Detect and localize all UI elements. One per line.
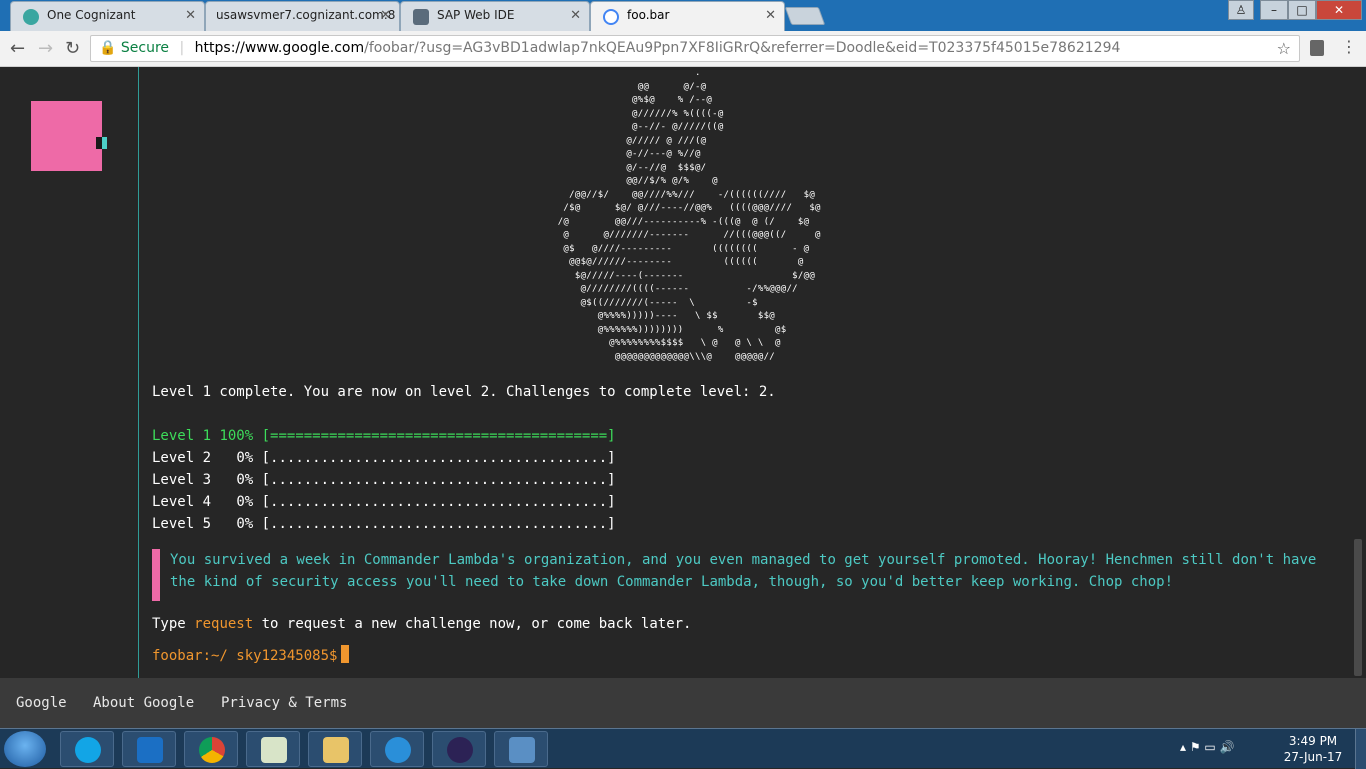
lock-icon: 🔒: [99, 40, 117, 56]
level-row-5: Level 5 0% [............................…: [152, 516, 616, 532]
menu-icon[interactable]: ⋮: [1341, 37, 1357, 56]
bookmark-star-icon[interactable]: ☆: [1277, 36, 1291, 61]
level-row-1: Level 1 100% [==========================…: [152, 428, 616, 444]
page-content: . @@ @/-@ @%$@ % /--@ @//////% %((((-@ @…: [0, 67, 1366, 678]
divider: |: [179, 40, 185, 56]
close-icon[interactable]: ✕: [570, 8, 581, 23]
left-panel: [0, 67, 139, 678]
level-percent: 0%: [236, 494, 254, 510]
level-progress-bar: [.......................................…: [261, 516, 616, 532]
skype-icon[interactable]: [60, 731, 114, 767]
page-footer: Google About Google Privacy & Terms: [0, 678, 1366, 728]
prompt-text: foobar:~/ sky12345085$: [152, 648, 338, 664]
remote-desktop-icon[interactable]: [494, 731, 548, 767]
tab-usawsvmer7[interactable]: usawsvmer7.cognizant.com:8 ✕: [205, 1, 400, 31]
instruction-line: Type request to request a new challenge …: [152, 616, 691, 632]
windows-taskbar: ▴ ⚑ ▭ 🔊 3:49 PM 27-Jun-17: [0, 728, 1366, 769]
level-label: Level 4: [152, 494, 212, 510]
ascii-art: . @@ @/-@ @%$@ % /--@ @//////% %((((-@ @…: [557, 68, 821, 362]
level-row-3: Level 3 0% [............................…: [152, 472, 616, 488]
level-percent: 0%: [236, 450, 254, 466]
tab-sap-web-ide[interactable]: SAP Web IDE ✕: [400, 1, 590, 31]
notepad-icon[interactable]: [246, 731, 300, 767]
tab-foobar[interactable]: foo.bar ✕: [590, 1, 785, 31]
clock[interactable]: 3:49 PM 27-Jun-17: [1278, 733, 1348, 765]
level-label: Level 5: [152, 516, 212, 532]
new-tab-button[interactable]: [784, 7, 826, 25]
request-command[interactable]: request: [194, 616, 253, 632]
google-icon: [603, 9, 619, 25]
close-window-button[interactable]: ✕: [1316, 0, 1362, 20]
level-progress-bar: [.......................................…: [261, 450, 616, 466]
level-label: Level 3: [152, 472, 212, 488]
terminal[interactable]: . @@ @/-@ @%$@ % /--@ @//////% %((((-@ @…: [152, 67, 1347, 678]
close-icon[interactable]: ✕: [380, 8, 391, 23]
maximize-button[interactable]: □: [1288, 0, 1316, 20]
address-bar[interactable]: 🔒 Secure | https://www.google.com/foobar…: [90, 35, 1300, 62]
outlook-icon[interactable]: [122, 731, 176, 767]
show-desktop-button[interactable]: [1355, 729, 1366, 769]
type-suffix: to request a new challenge now, or come …: [261, 616, 692, 632]
file-explorer-icon[interactable]: [308, 731, 362, 767]
eclipse-icon[interactable]: [432, 731, 486, 767]
tab-title: One Cognizant: [47, 8, 136, 22]
logo-mark-teal: [102, 137, 107, 149]
pink-square-logo: [31, 101, 102, 171]
close-icon[interactable]: ✕: [765, 8, 776, 23]
back-arrow-icon[interactable]: ←: [10, 38, 25, 59]
internet-explorer-icon[interactable]: [370, 731, 424, 767]
command-prompt[interactable]: foobar:~/ sky12345085$: [152, 645, 350, 664]
chrome-icon[interactable]: [184, 731, 238, 767]
level-percent: 0%: [236, 516, 254, 532]
footer-link-privacy[interactable]: Privacy & Terms: [221, 695, 347, 711]
system-tray-icons[interactable]: ▴ ⚑ ▭ 🔊: [1180, 740, 1235, 754]
tab-title: foo.bar: [627, 8, 670, 22]
tab-title: SAP Web IDE: [437, 8, 515, 22]
clock-date: 27-Jun-17: [1283, 750, 1343, 764]
story-note: You survived a week in Commander Lambda'…: [152, 549, 1342, 601]
minimize-button[interactable]: –: [1260, 0, 1288, 20]
level-row-2: Level 2 0% [............................…: [152, 450, 616, 466]
cognizant-icon: [23, 9, 39, 25]
clock-time: 3:49 PM: [1288, 734, 1338, 748]
close-icon[interactable]: ✕: [185, 8, 196, 23]
level-progress-bar: [.......................................…: [261, 494, 616, 510]
start-button[interactable]: [4, 731, 46, 767]
footer-link-about[interactable]: About Google: [93, 695, 194, 711]
url-path: /foobar/?usg=AG3vBD1adwlap7nkQEAu9Ppn7XF…: [364, 40, 1121, 56]
level-message: Level 1 complete. You are now on level 2…: [152, 384, 776, 400]
type-prefix: Type: [152, 616, 186, 632]
level-row-4: Level 4 0% [............................…: [152, 494, 616, 510]
user-icon[interactable]: ♙: [1228, 0, 1254, 20]
level-progress-bar: [.......................................…: [261, 472, 616, 488]
text-cursor: [341, 645, 350, 663]
forward-arrow-icon[interactable]: →: [38, 38, 53, 59]
browser-toolbar: ← → ↻ 🔒 Secure | https://www.google.com/…: [0, 31, 1366, 67]
secure-label: Secure: [120, 40, 170, 56]
scrollbar[interactable]: [1354, 539, 1362, 676]
reload-icon[interactable]: ↻: [65, 38, 80, 59]
cloud-icon: [413, 9, 429, 25]
level-label: Level 2: [152, 450, 212, 466]
url-host: https://www.google.com: [194, 40, 365, 56]
level-progress-bar: [=======================================…: [261, 428, 616, 444]
extension-icon[interactable]: [1310, 40, 1324, 56]
level-label: Level 1: [152, 428, 212, 444]
level-percent: 100%: [219, 428, 254, 444]
footer-link-google[interactable]: Google: [16, 695, 67, 711]
tab-one-cognizant[interactable]: One Cognizant ✕: [10, 1, 205, 31]
tab-title: usawsvmer7.cognizant.com:8: [216, 8, 396, 22]
tab-strip: One Cognizant ✕ usawsvmer7.cognizant.com…: [0, 0, 1366, 31]
level-percent: 0%: [236, 472, 254, 488]
